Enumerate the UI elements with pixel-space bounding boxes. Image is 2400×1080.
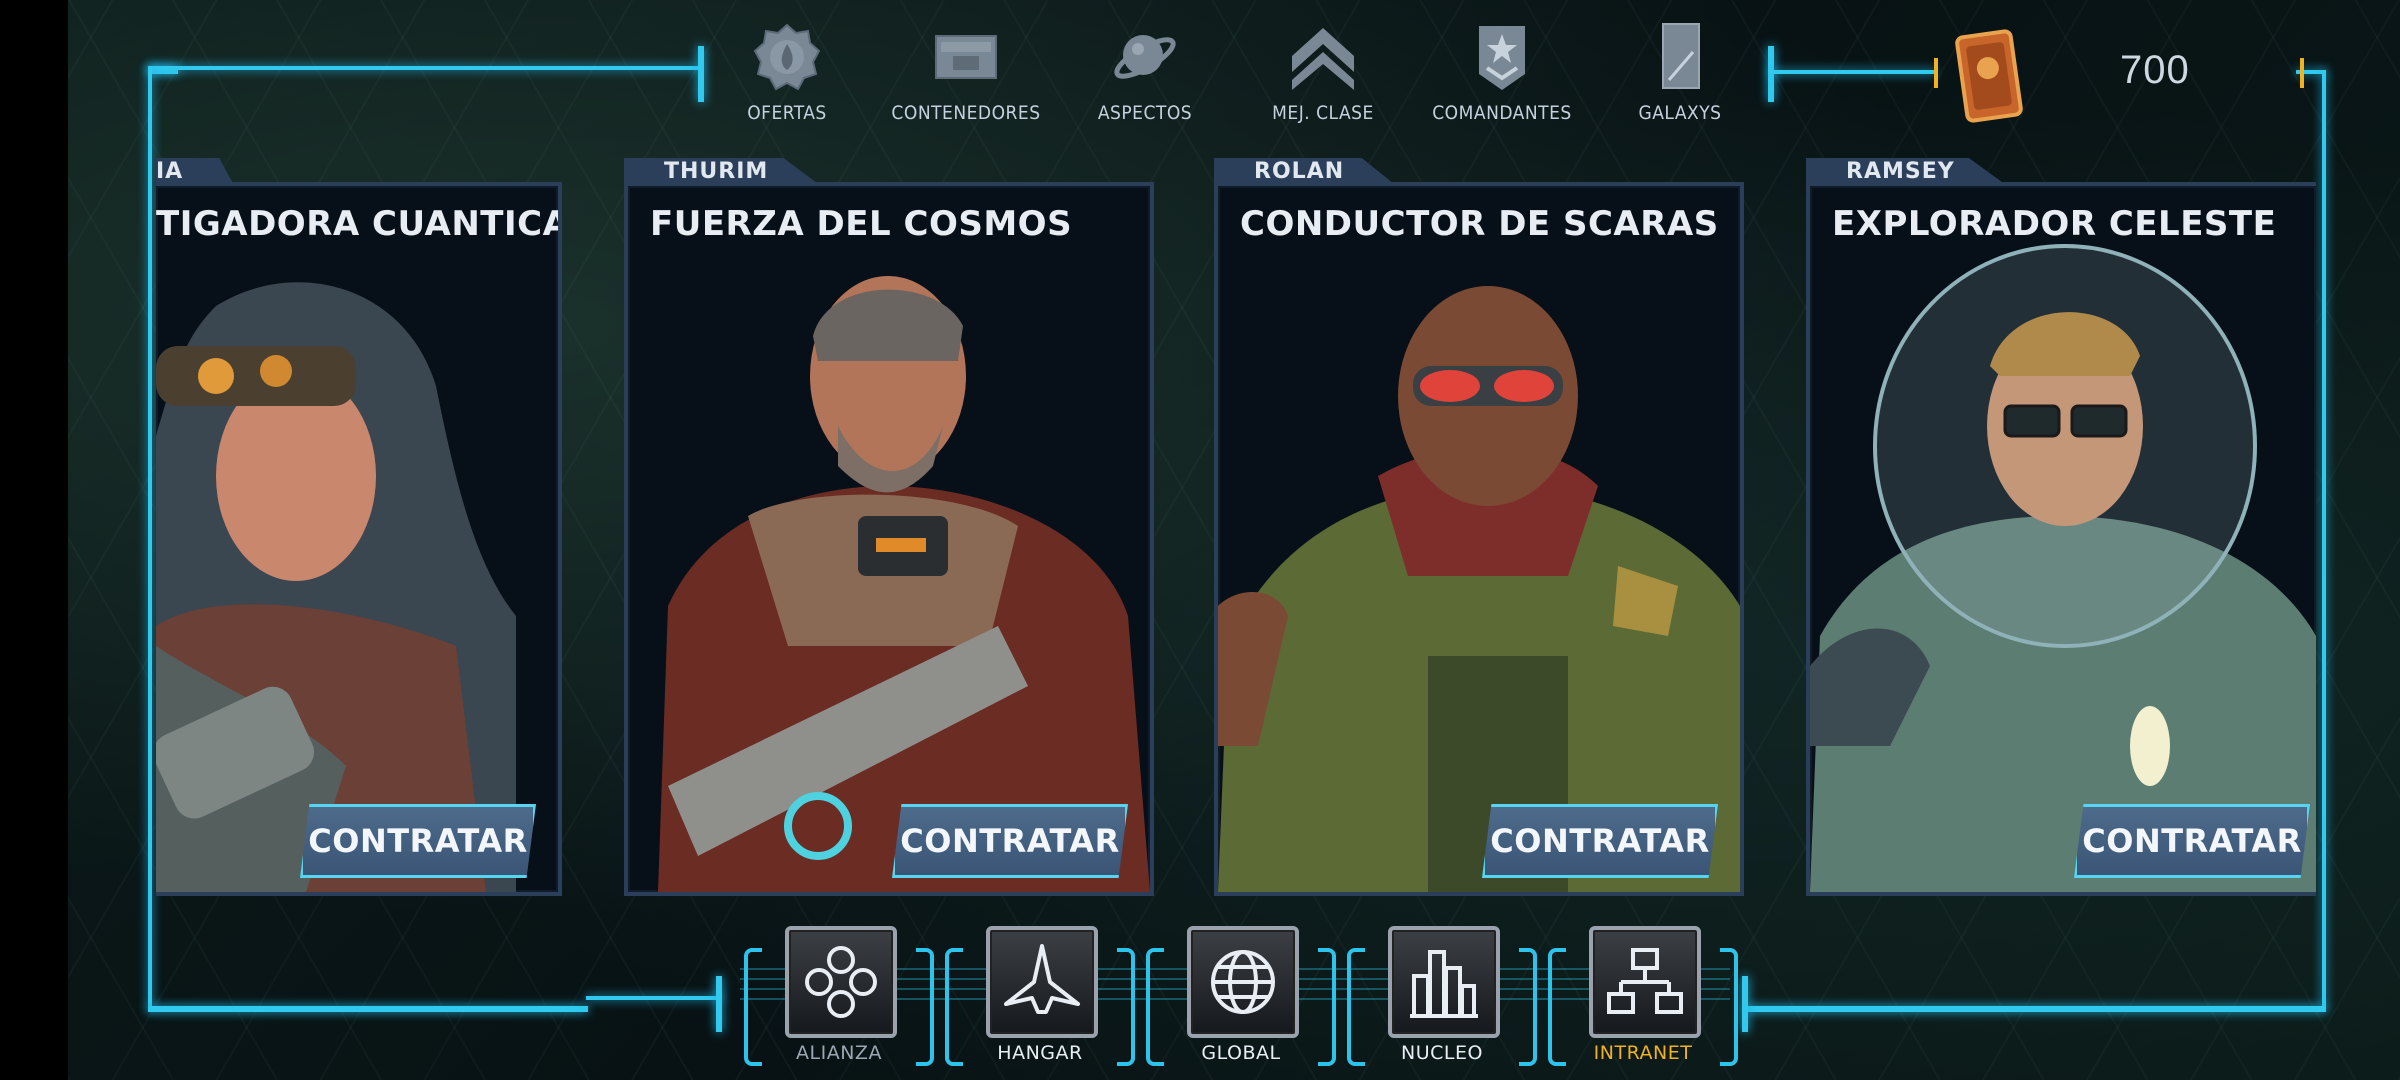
commander-portrait [1810,244,2316,892]
contratar-button[interactable]: CONTRATAR [892,804,1128,878]
nav-mej-clase-label: MEJ. CLASE [1272,102,1374,124]
card-title: FUERZA DEL COSMOS [650,204,1073,244]
nav-mej-clase[interactable]: MEJ. CLASE [1248,22,1398,124]
city-icon [1410,950,1478,1018]
card-title: EXPLORADOR CELESTE [1832,204,2277,244]
screen-edge [0,0,68,1080]
nav-intranet-label: INTRANET [1593,1042,1693,1064]
nav-ofertas[interactable]: OFERTAS [712,22,862,124]
commander-card[interactable]: CONDUCTOR DE SCARAS CONTRATAR [1214,182,1744,896]
nav-hangar[interactable]: HANGAR [945,926,1135,1076]
container-icon [935,35,997,79]
commander-badge-icon [1479,26,1525,90]
currency-amount: 700 [2120,48,2190,92]
card-title: TIGADORA CUANTICA [156,204,562,244]
card-title: CONDUCTOR DE SCARAS [1240,204,1719,244]
ship-icon [1004,944,1080,1014]
commander-card[interactable]: EXPLORADOR CELESTE CONTRATAR [1806,182,2316,896]
commander-portrait [1218,286,1740,892]
nav-aspectos-label: ASPECTOS [1097,102,1193,124]
network-icon [1607,948,1683,1014]
commander-card[interactable]: FUERZA DEL COSMOS CONTRATAR [624,182,1154,896]
rank-chevron-icon [1292,28,1354,90]
commander-portrait [658,276,1150,892]
nav-contenedores-label: CONTENEDORES [891,102,1041,124]
globe-icon [1211,950,1275,1014]
nav-hangar-label: HANGAR [997,1042,1083,1064]
galaxys-card-icon [1662,23,1700,89]
card-currency-icon[interactable] [1952,28,2026,124]
planet-icon [1114,35,1176,79]
nav-contenedores[interactable]: CONTENEDORES [891,22,1041,124]
nav-comandantes[interactable]: COMANDANTES [1427,22,1577,124]
nav-nucleo[interactable]: NUCLEO [1347,926,1537,1076]
commander-card[interactable]: TIGADORA CUANTICA CONTRATAR [156,182,562,896]
nav-alianza-label: ALIANZA [796,1042,882,1064]
nav-galaxys[interactable]: GALAXYS [1605,22,1755,124]
nav-ofertas-label: OFERTAS [747,102,827,124]
nav-global-label: GLOBAL [1201,1042,1281,1064]
nav-global[interactable]: GLOBAL [1146,926,1336,1076]
offers-gear-icon [753,23,821,91]
contratar-button[interactable]: CONTRATAR [300,804,536,878]
nav-comandantes-label: COMANDANTES [1432,102,1572,124]
contratar-button[interactable]: CONTRATAR [1482,804,1718,878]
contratar-button[interactable]: CONTRATAR [2074,804,2310,878]
nav-galaxys-label: GALAXYS [1638,102,1722,124]
alliance-icon [805,946,877,1018]
nav-aspectos[interactable]: ASPECTOS [1070,22,1220,124]
nav-nucleo-label: NUCLEO [1401,1042,1483,1064]
nav-intranet[interactable]: INTRANET [1548,926,1738,1076]
commander-portrait [156,282,516,892]
nav-alianza[interactable]: ALIANZA [744,926,934,1076]
